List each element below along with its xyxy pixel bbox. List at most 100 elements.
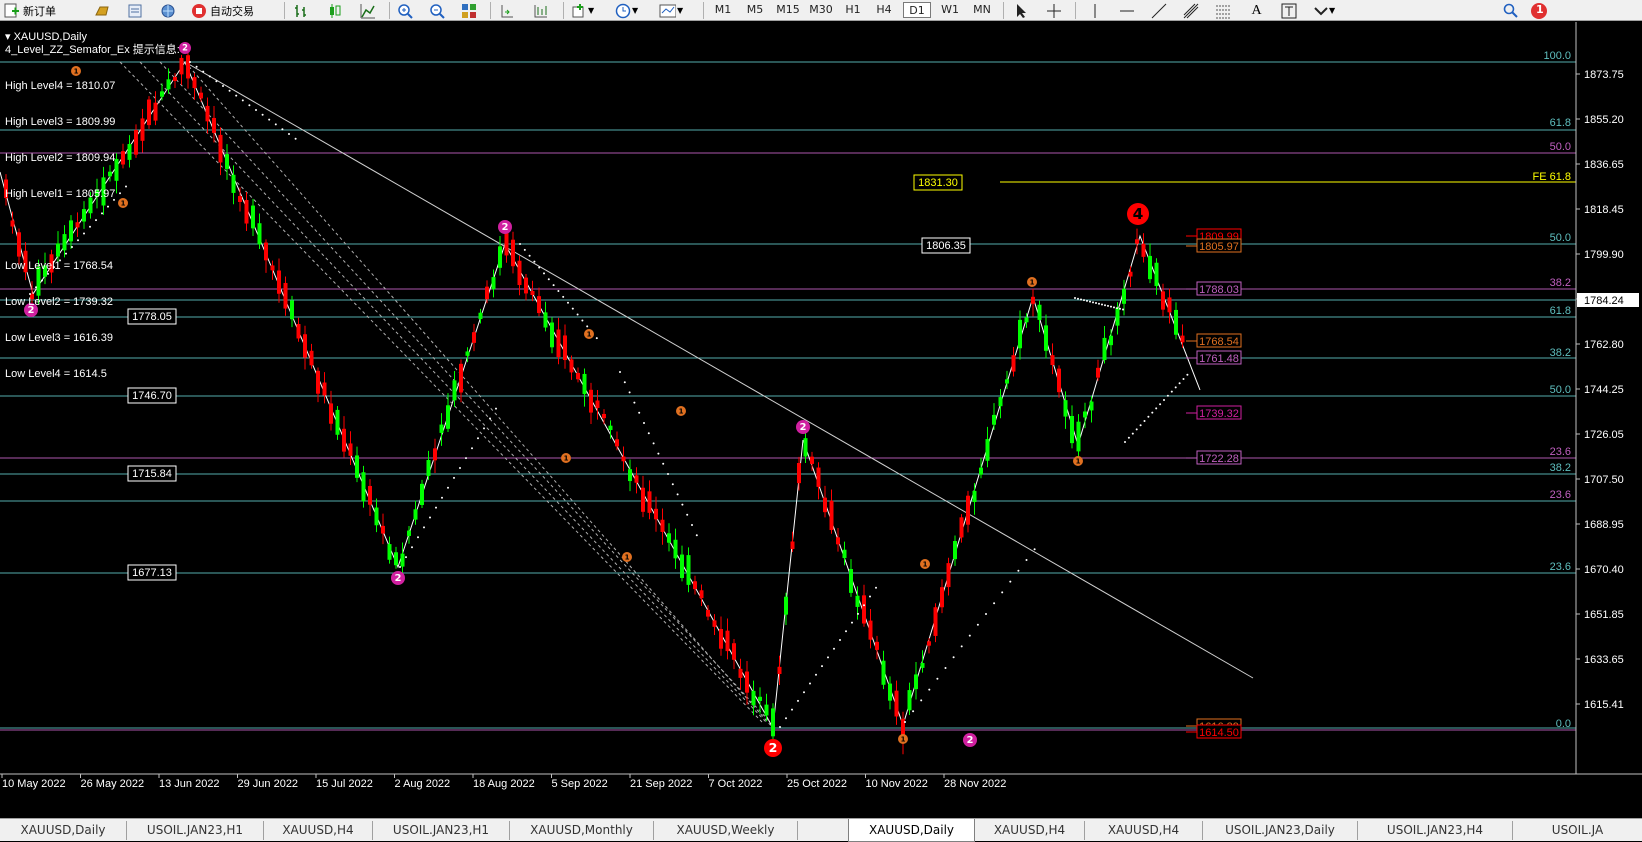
candle-body [966, 495, 970, 525]
new-order-button[interactable]: 新订单 [3, 1, 56, 20]
templates-button[interactable]: ▼ [659, 1, 683, 20]
semafor-signals: 222222241111111111 [24, 42, 1149, 757]
bar-chart-button[interactable] [292, 1, 309, 20]
chart-shift-button[interactable] [498, 1, 515, 20]
price-box-text: 1778.05 [132, 311, 172, 323]
bar-chart-icon [292, 2, 309, 19]
time-axis[interactable]: 10 May 2022 26 May 2022 13 Jun 2022 29 Jun … [1, 774, 1006, 790]
auto-trading-button[interactable]: 自动交易 [190, 1, 254, 20]
tab-usoil-h4[interactable]: USOIL.JAN23,H4 [1358, 821, 1513, 840]
timeframe-d1[interactable]: D1 [903, 2, 931, 18]
price-axis[interactable]: 1873.751855.201836.651818.451799.901781.… [1576, 69, 1639, 711]
tab-usoil-h1-2[interactable]: USOIL.JAN23,H1 [373, 821, 510, 840]
channel-button[interactable] [1182, 1, 1199, 20]
candle-body [1063, 400, 1068, 417]
crosshair-button[interactable] [1045, 1, 1062, 20]
zigzag-line [0, 60, 1201, 730]
candle-body [1070, 416, 1074, 444]
candle-body [836, 537, 840, 545]
arrows-button[interactable]: ▼ [1312, 1, 1335, 20]
vertical-line-button[interactable] [1086, 1, 1103, 20]
timeframe-h4[interactable]: H4 [871, 2, 897, 18]
text-label-button[interactable] [1280, 1, 1297, 20]
psar-dot [797, 699, 799, 702]
psar-dot [657, 452, 660, 455]
tab-xauusd-weekly[interactable]: XAUUSD,Weekly [654, 821, 798, 840]
candle-body [868, 620, 873, 640]
text-button[interactable]: A [1248, 1, 1265, 20]
cursor-button[interactable] [1013, 1, 1030, 20]
time-tick-label: 21 Sep 2022 [630, 778, 692, 790]
timeframe-m15[interactable]: M15 [773, 2, 803, 18]
trendline [184, 61, 1254, 679]
fib-percent-label: 38.2 [1550, 462, 1571, 474]
crosshair-icon [1045, 2, 1062, 19]
tab-xauusd-h4-2[interactable]: XAUUSD,H4 [975, 821, 1085, 840]
candle-body [1161, 291, 1165, 310]
auto-scroll-button[interactable] [532, 1, 549, 20]
zoom-in-button[interactable] [396, 1, 413, 20]
price-tick-label: 1633.65 [1584, 654, 1624, 666]
timeframe-mn[interactable]: MN [968, 2, 996, 18]
alerts-button[interactable]: 1 [1530, 1, 1547, 20]
psar-dot [441, 496, 443, 499]
psar-dot [195, 65, 198, 68]
psar-dot [1095, 302, 1097, 305]
search-button[interactable] [1502, 1, 1519, 20]
timeframe-m5[interactable]: M5 [741, 2, 769, 18]
periods-button[interactable]: ▼ [614, 1, 638, 20]
candle-body [524, 277, 528, 294]
psar-dot [686, 513, 689, 516]
fib-percent-label: 23.6 [1550, 446, 1571, 458]
candle-body [446, 405, 450, 429]
psar-dot [405, 556, 407, 559]
tab-usoil-h1[interactable]: USOIL.JAN23,H1 [127, 821, 264, 840]
line-chart-button[interactable] [359, 1, 376, 20]
timeframe-w1[interactable]: W1 [936, 2, 964, 18]
candle-body [264, 242, 268, 261]
candle-body [1044, 325, 1048, 351]
navigator-button[interactable] [159, 1, 176, 20]
zoom-out-button[interactable] [428, 1, 445, 20]
price-tick-label: 1707.50 [1584, 474, 1624, 486]
psar-dot [208, 75, 211, 78]
tab-usoil-ja[interactable]: USOIL.JA [1513, 821, 1642, 840]
price-tick-label: 1873.75 [1584, 69, 1624, 81]
price-level-box: 1746.70 [127, 387, 177, 404]
tab-usoil-daily[interactable]: USOIL.JAN23,Daily [1203, 821, 1358, 840]
timeframe-m1[interactable]: M1 [709, 2, 737, 18]
timeframe-m30[interactable]: M30 [806, 2, 836, 18]
tab-xauusd-daily-active[interactable]: XAUUSD,Daily [848, 819, 975, 842]
semafor-number: 2 [769, 740, 778, 755]
psar-dot [248, 104, 251, 107]
trendline-button[interactable] [1150, 1, 1167, 20]
price-box-text: 1715.84 [132, 468, 172, 480]
tab-xauusd-monthly[interactable]: XAUUSD,Monthly [510, 821, 654, 840]
candlestick-button[interactable] [326, 1, 343, 20]
tab-xauusd-h4[interactable]: XAUUSD,H4 [264, 821, 373, 840]
indicators-button[interactable]: ▼ [570, 1, 594, 20]
psar-dot [552, 284, 555, 287]
candle-body [329, 403, 333, 424]
tab-xauusd-daily[interactable]: XAUUSD,Daily [0, 821, 127, 840]
candle-body [394, 552, 398, 566]
tab-xauusd-h4-3[interactable]: XAUUSD,H4 [1085, 821, 1203, 840]
collapse-arrow-icon[interactable]: ▾ [5, 31, 11, 43]
timeframe-h1[interactable]: H1 [840, 2, 866, 18]
candle-body [179, 57, 184, 75]
fibonacci-button[interactable] [1214, 1, 1231, 20]
candle-body [589, 389, 593, 413]
candle-body [426, 460, 431, 476]
psar-dot [936, 677, 939, 680]
psar-dot [222, 85, 224, 87]
tile-windows-button[interactable] [460, 1, 477, 20]
psar-dot [791, 708, 793, 711]
time-tick-label: 25 Oct 2022 [787, 778, 847, 790]
psar-dot [557, 290, 560, 293]
horizontal-line-button[interactable] [1118, 1, 1135, 20]
fe-label: FE 61.8 [1532, 171, 1571, 183]
market-watch-button[interactable] [93, 1, 110, 20]
price-chart[interactable]: 222222241111111111 100.061.850.050.038.2… [0, 22, 1642, 818]
psar-dot [586, 325, 589, 328]
data-window-button[interactable] [126, 1, 143, 20]
